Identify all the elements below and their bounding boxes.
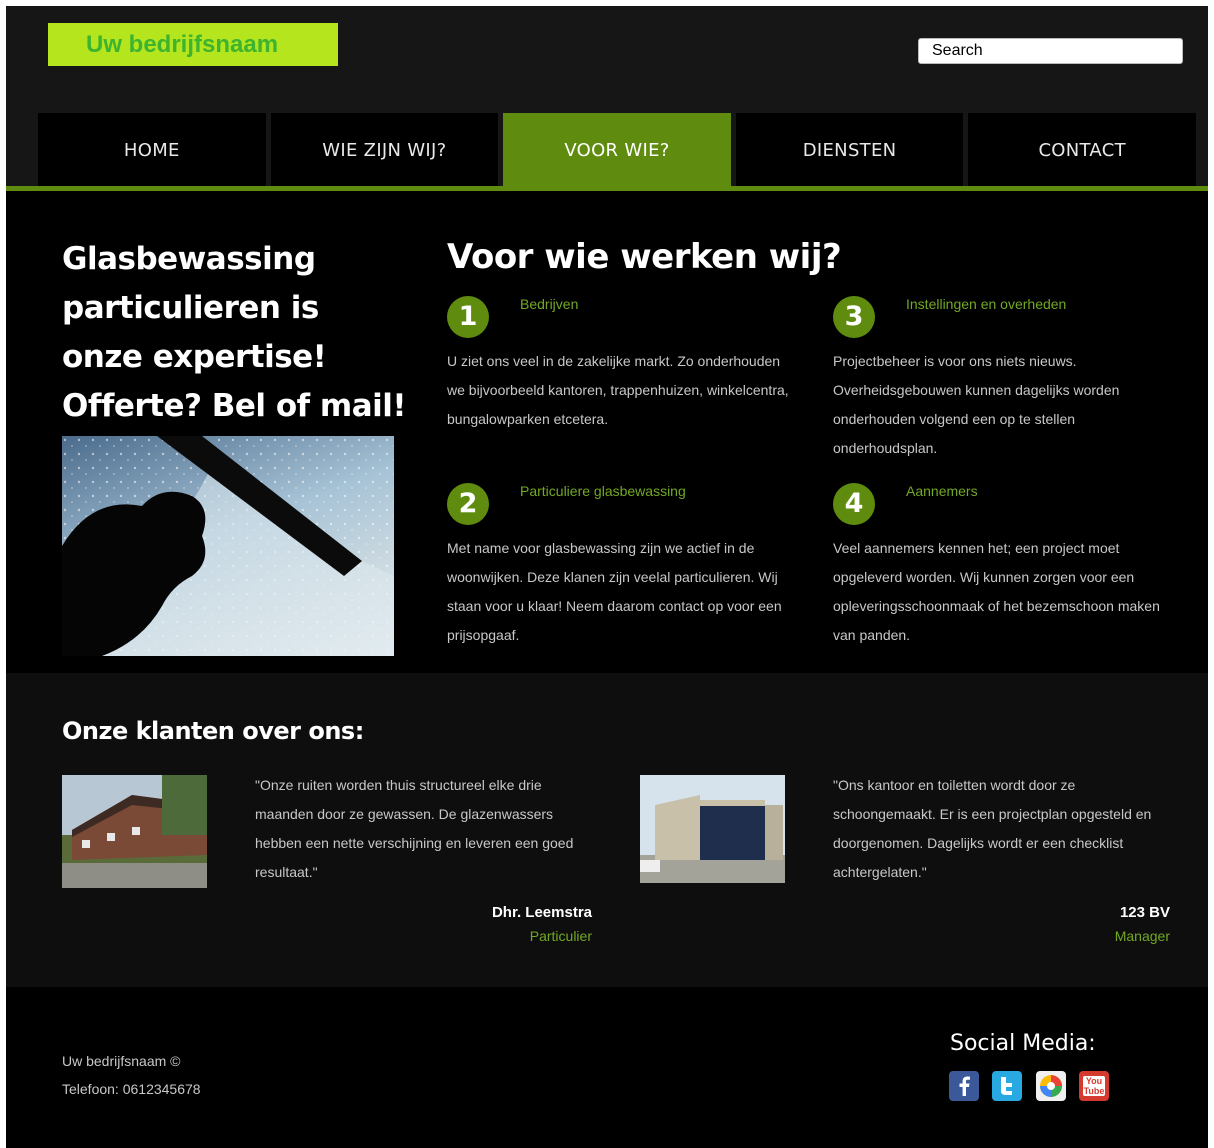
company-logo[interactable]: Uw bedrijfsnaam <box>48 23 338 66</box>
service-text: Met name voor glasbewassing zijn we acti… <box>447 540 782 643</box>
testimonial-role: Particulier <box>529 928 592 944</box>
number-badge: 3 <box>833 296 875 338</box>
footer: Uw bedrijfsnaam © Telefoon: 0612345678 S… <box>6 987 1208 1148</box>
youtube-icon[interactable]: You Tube <box>1079 1071 1109 1101</box>
service-title[interactable]: Aannemers <box>906 483 978 499</box>
main-navigation: HOME WIE ZIJN WIJ? VOOR WIE? DIENSTEN CO… <box>38 113 1196 189</box>
window-cleaning-image <box>62 436 394 656</box>
number-badge: 4 <box>833 483 875 525</box>
house-photo <box>62 775 207 888</box>
page: Uw bedrijfsnaam Search HOME WIE ZIJN WIJ… <box>6 6 1208 1148</box>
services-heading: Voor wie werken wij? <box>447 237 842 277</box>
service-text: Projectbeheer is voor ons niets nieuws. … <box>833 353 1120 456</box>
footer-company: Uw bedrijfsnaam © <box>62 1053 181 1069</box>
testimonials-heading: Onze klanten over ons: <box>62 717 364 745</box>
service-text: U ziet ons veel in de zakelijke markt. Z… <box>447 353 789 427</box>
office-photo <box>640 775 785 883</box>
facebook-icon[interactable] <box>949 1071 979 1101</box>
nav-item-voor-wie[interactable]: VOOR WIE? <box>503 113 731 189</box>
number-badge: 1 <box>447 296 489 338</box>
nav-item-wie-zijn-wij[interactable]: WIE ZIJN WIJ? <box>270 113 499 189</box>
testimonial-quote: "Onze ruiten worden thuis structureel el… <box>255 777 574 880</box>
intro-heading: Glasbewassing particulieren is onze expe… <box>62 241 407 424</box>
header: Uw bedrijfsnaam Search HOME WIE ZIJN WIJ… <box>6 6 1208 191</box>
testimonial-role: Manager <box>1114 928 1170 944</box>
testimonials-section: Onze klanten over ons: "Onze ruiten word… <box>6 673 1208 987</box>
youtube-label: You Tube <box>1083 1076 1105 1096</box>
nav-item-contact[interactable]: CONTACT <box>968 113 1196 189</box>
nav-item-home[interactable]: HOME <box>38 113 266 189</box>
testimonial-author: 123 BV <box>1119 904 1170 921</box>
service-title[interactable]: Bedrijven <box>520 296 578 312</box>
footer-phone: Telefoon: 0612345678 <box>62 1081 201 1097</box>
search-input[interactable]: Search <box>918 38 1183 64</box>
twitter-icon[interactable] <box>992 1071 1022 1101</box>
social-media-heading: Social Media: <box>950 1031 1096 1056</box>
nav-item-diensten[interactable]: DIENSTEN <box>735 113 964 189</box>
testimonial-author: Dhr. Leemstra <box>491 904 592 921</box>
main-content: Glasbewassing particulieren is onze expe… <box>6 191 1208 673</box>
testimonial-quote: "Ons kantoor en toiletten wordt door ze … <box>833 777 1152 880</box>
number-badge: 2 <box>447 483 489 525</box>
service-title[interactable]: Instellingen en overheden <box>906 296 1066 312</box>
service-text: Veel aannemers kennen het; een project m… <box>833 540 1160 643</box>
service-title[interactable]: Particuliere glasbewassing <box>520 483 686 499</box>
picasa-icon[interactable] <box>1036 1071 1066 1101</box>
